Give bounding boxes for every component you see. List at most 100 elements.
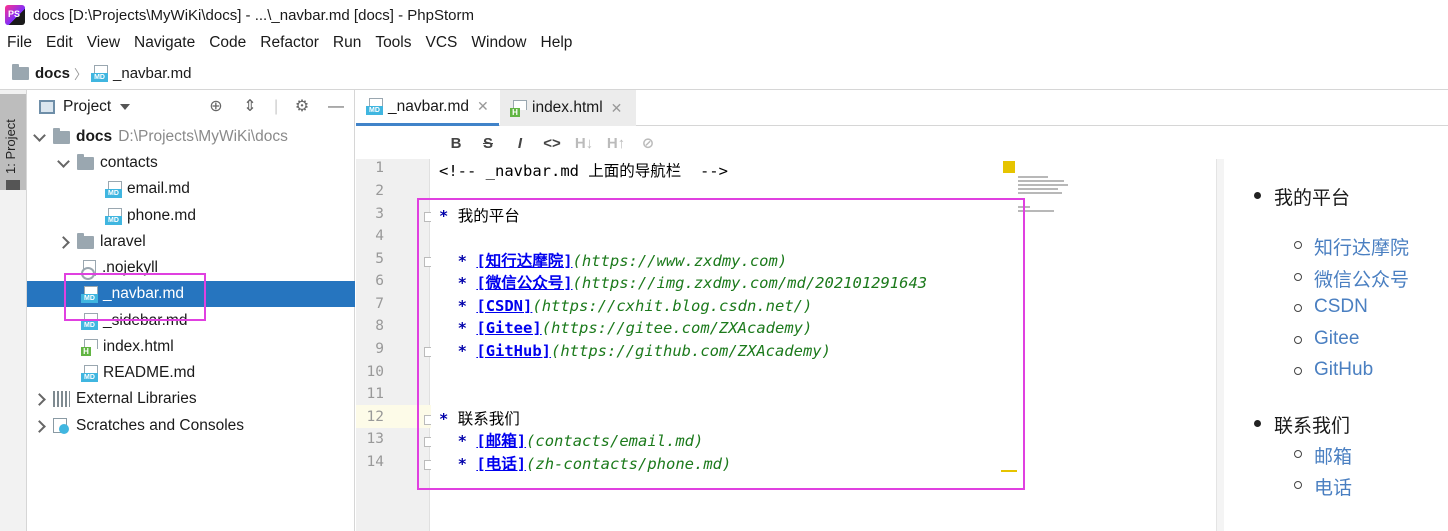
menu-file[interactable]: File: [0, 30, 39, 56]
markdown-toolbar: B S I <> H↓ H↑ ⊘: [430, 127, 1448, 159]
link-icon[interactable]: ⊘: [632, 134, 664, 152]
strikethrough-icon[interactable]: S: [472, 135, 504, 152]
preview-link[interactable]: CSDN: [1314, 296, 1368, 318]
preview-link[interactable]: 邮箱: [1314, 442, 1352, 469]
menu-edit[interactable]: Edit: [39, 30, 80, 56]
bullet-icon: [1294, 273, 1302, 281]
close-icon[interactable]: ✕: [477, 98, 489, 115]
code-icon[interactable]: <>: [536, 135, 568, 152]
tree-item-email-md[interactable]: email.md: [27, 176, 355, 202]
markdown-file-icon: [366, 98, 383, 115]
tree-item-label: email.md: [127, 180, 190, 197]
minimap-line: [1018, 188, 1058, 190]
warning-indicator-icon[interactable]: [1003, 161, 1015, 173]
tree-item-phone-md[interactable]: phone.md: [27, 203, 355, 229]
minimap-line: [1018, 176, 1048, 178]
line-number: 3: [375, 206, 384, 222]
folder-icon: [77, 153, 94, 170]
code-comment: <!-- _navbar.md 上面的导航栏 -->: [439, 162, 728, 180]
html-file-icon: [510, 99, 527, 117]
chevron-right-icon[interactable]: [33, 392, 47, 406]
menu-refactor[interactable]: Refactor: [253, 30, 326, 56]
annotation-highlight-box: [417, 198, 1025, 490]
tree-item-scratches[interactable]: Scratches and Consoles: [27, 413, 355, 439]
tab-index-html[interactable]: index.html ✕: [500, 90, 636, 126]
minimap-line: [1018, 184, 1068, 186]
bold-icon[interactable]: B: [440, 135, 472, 152]
toolbar-divider: |: [274, 98, 279, 115]
editor-minimap[interactable]: [1018, 176, 1068, 216]
preview-link[interactable]: GitHub: [1314, 359, 1373, 381]
locate-target-icon[interactable]: ⊕: [206, 98, 226, 116]
editor-scrollbar[interactable]: [1216, 159, 1224, 531]
chevron-down-icon[interactable]: [57, 156, 71, 170]
tab-label: _navbar.md: [388, 97, 469, 115]
breadcrumb-root[interactable]: docs: [35, 65, 70, 82]
markdown-file-icon: [105, 207, 122, 225]
line-number: 4: [375, 228, 384, 244]
header-down-icon[interactable]: H↓: [568, 135, 600, 152]
minimap-line: [1018, 180, 1064, 182]
chevron-right-icon[interactable]: [33, 419, 47, 433]
line-number: 13: [366, 431, 384, 447]
menu-tools[interactable]: Tools: [368, 30, 418, 56]
bullet-icon: [1294, 450, 1302, 458]
tree-item-contacts[interactable]: contacts: [27, 150, 355, 176]
gear-icon[interactable]: ⚙: [292, 98, 312, 116]
close-icon[interactable]: ✕: [611, 100, 623, 117]
menu-bar: File Edit View Navigate Code Refactor Ru…: [0, 30, 1448, 56]
chevron-right-icon[interactable]: [57, 235, 71, 249]
folder-icon: [6, 180, 20, 190]
header-up-icon[interactable]: H↑: [600, 135, 632, 152]
tab-navbar-md[interactable]: _navbar.md ✕: [356, 90, 499, 126]
preview-section-title: 我的平台: [1274, 188, 1351, 209]
collapse-all-icon[interactable]: ⇕: [240, 98, 260, 116]
window-title: docs [D:\Projects\MyWiKi\docs] - ...\_na…: [33, 6, 474, 24]
library-icon: [53, 391, 70, 407]
tree-item-label: README.md: [103, 364, 196, 381]
tree-item-readme-md[interactable]: README.md: [27, 360, 355, 386]
tab-label: index.html: [532, 99, 603, 116]
project-tool-tab-label: 1: Project: [3, 119, 18, 174]
line-number: 5: [375, 251, 384, 267]
bullet-icon: [1294, 304, 1302, 312]
chevron-down-icon[interactable]: [120, 104, 131, 110]
menu-vcs[interactable]: VCS: [419, 30, 465, 56]
minimize-icon[interactable]: —: [326, 98, 346, 116]
preview-link[interactable]: 微信公众号: [1314, 265, 1409, 292]
line-number: 10: [366, 364, 384, 380]
folder-icon: [53, 127, 70, 144]
markdown-file-icon: [105, 180, 122, 198]
code-line: <!-- _navbar.md 上面的导航栏 -->: [439, 160, 728, 182]
preview-link[interactable]: 电话: [1314, 473, 1352, 500]
tree-item-laravel[interactable]: laravel: [27, 229, 355, 255]
italic-icon[interactable]: I: [504, 135, 536, 152]
menu-window[interactable]: Window: [464, 30, 533, 56]
tree-item-label: docs: [76, 128, 113, 145]
bullet-icon: [1294, 336, 1302, 344]
menu-help[interactable]: Help: [534, 30, 580, 56]
breadcrumb-file[interactable]: _navbar.md: [113, 65, 191, 82]
tree-item-label: phone.md: [127, 207, 196, 224]
line-number: 11: [366, 386, 384, 402]
chevron-down-icon[interactable]: [33, 130, 47, 144]
menu-code[interactable]: Code: [202, 30, 253, 56]
preview-section-title: 联系我们: [1274, 416, 1351, 437]
project-tool-tab[interactable]: 1: Project: [0, 94, 26, 190]
tree-item-index-html[interactable]: index.html: [27, 334, 355, 360]
menu-navigate[interactable]: Navigate: [127, 30, 202, 56]
folder-icon: [12, 64, 29, 80]
markdown-file-icon: [81, 364, 98, 382]
tree-item-label: index.html: [103, 338, 174, 355]
preview-link[interactable]: 知行达摩院: [1314, 233, 1409, 260]
preview-link[interactable]: Gitee: [1314, 328, 1359, 350]
tree-item-label: laravel: [100, 233, 146, 250]
phpstorm-logo-icon: [5, 5, 25, 25]
html-file-icon: [81, 338, 98, 356]
line-number: 1: [375, 160, 384, 176]
tree-item-external-libraries[interactable]: External Libraries: [27, 386, 355, 412]
menu-view[interactable]: View: [80, 30, 127, 56]
project-panel-title[interactable]: Project: [63, 98, 111, 116]
tree-item-docs[interactable]: docs D:\Projects\MyWiKi\docs: [27, 124, 355, 150]
menu-run[interactable]: Run: [326, 30, 368, 56]
